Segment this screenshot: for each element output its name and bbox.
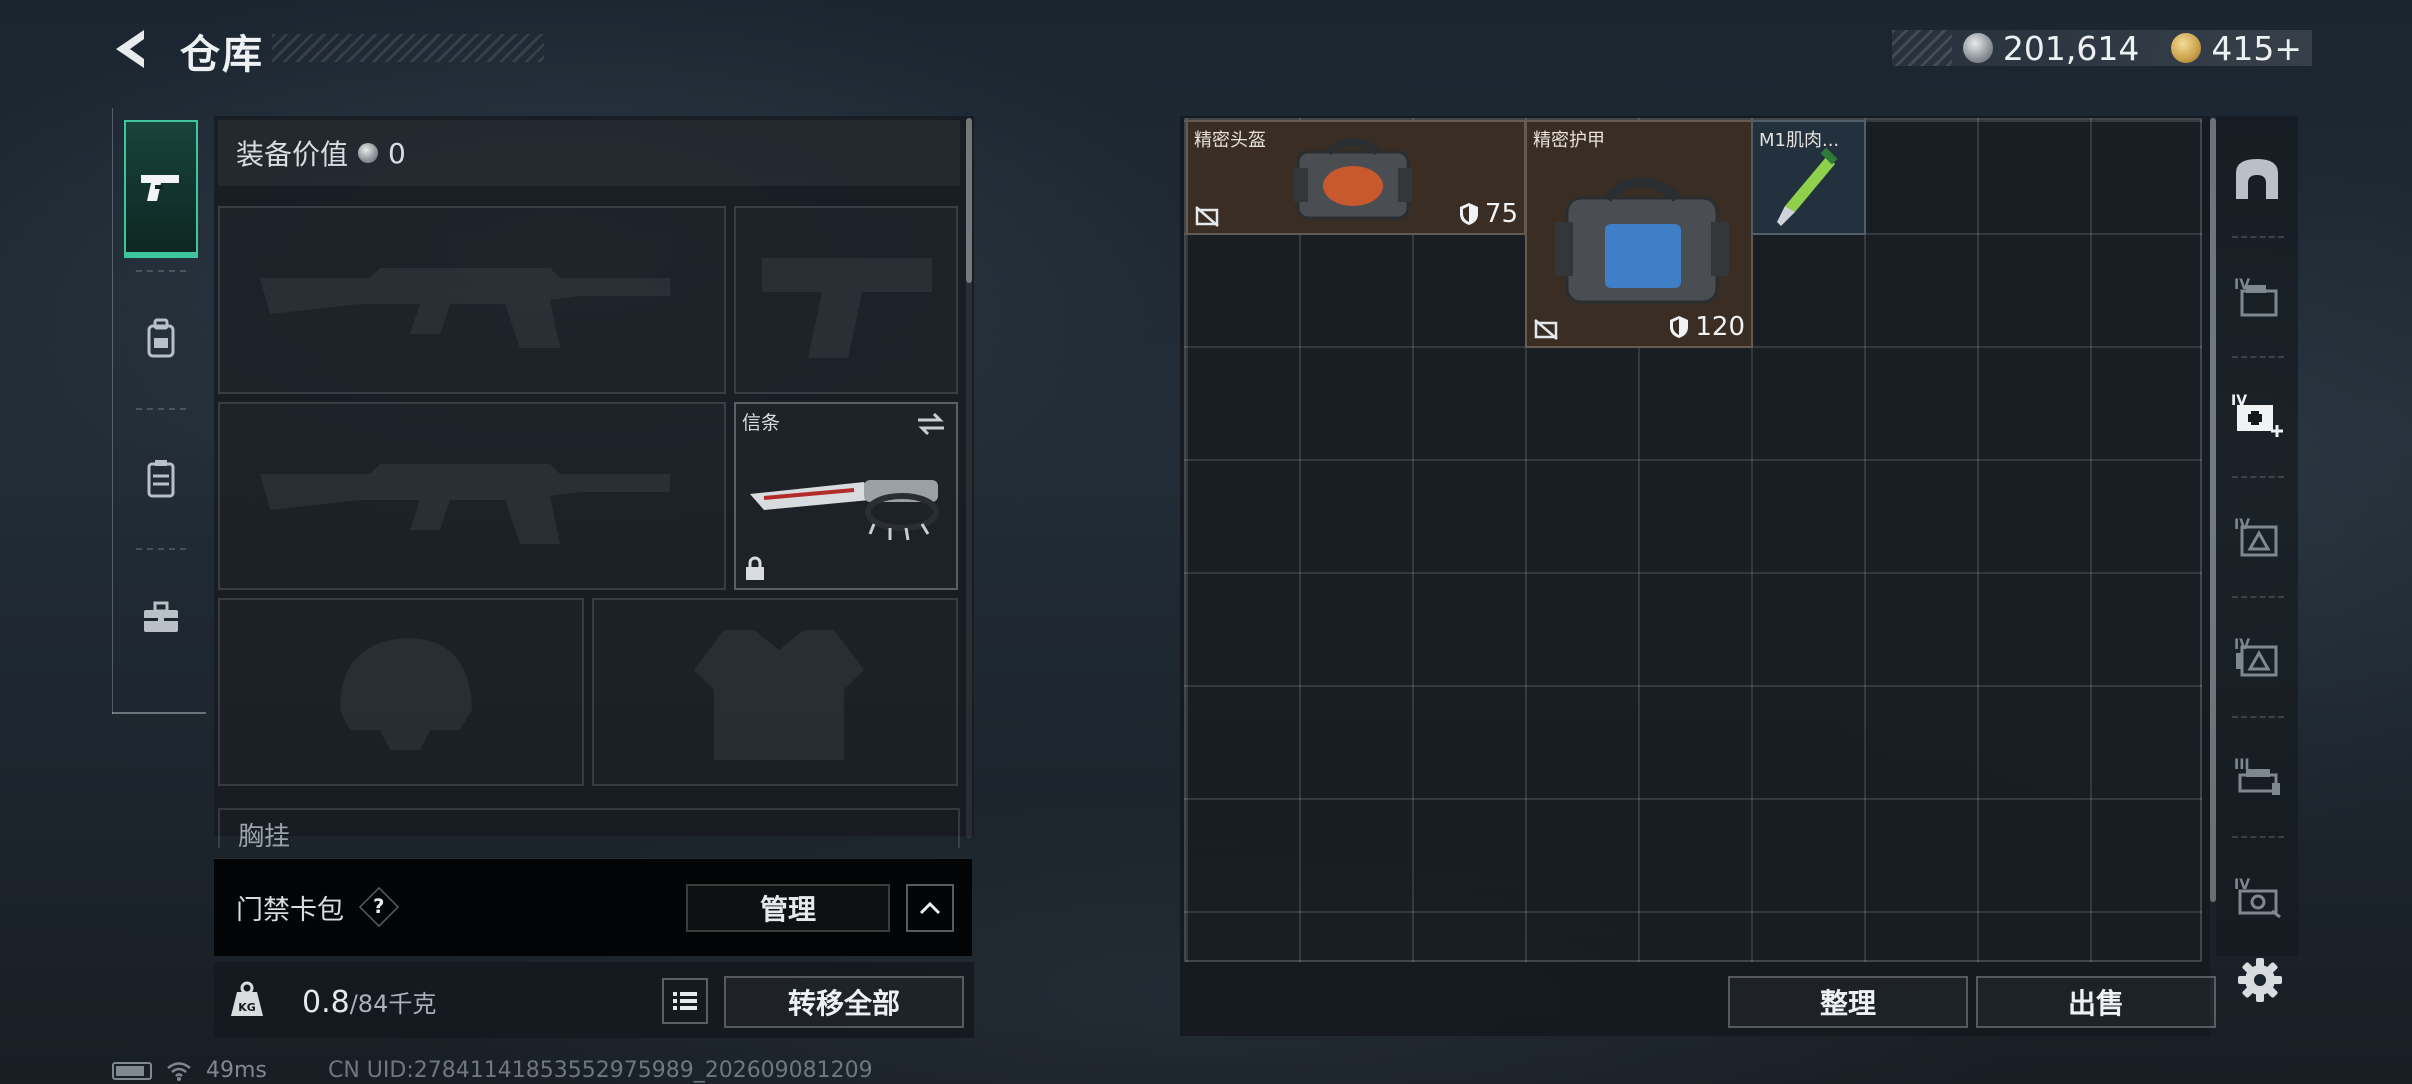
- chevron-up-icon: [919, 901, 941, 915]
- tab-container-4[interactable]: III: [2222, 726, 2292, 826]
- weight-icon: KG: [220, 972, 274, 1026]
- currency-decoration: [1892, 30, 1952, 66]
- tab-container-3[interactable]: IV: [2222, 606, 2292, 706]
- back-arrow-icon: [116, 30, 144, 68]
- melee-slot[interactable]: 信条: [734, 402, 958, 590]
- container-iii-icon: III: [2234, 757, 2280, 795]
- shield-icon: [1459, 203, 1478, 225]
- settings-button[interactable]: [2236, 956, 2284, 1004]
- helmet-silhouette-icon: [340, 638, 472, 750]
- page-title: 仓库: [180, 32, 264, 78]
- durability-value: 120: [1695, 312, 1745, 342]
- container-iv-a-icon: IV: [2234, 517, 2278, 557]
- collapse-button[interactable]: [906, 884, 954, 932]
- toolbox-icon: [144, 601, 178, 632]
- item-durability: 120: [1669, 312, 1745, 342]
- equipment-value-label: 装备价值: [236, 138, 349, 171]
- currency-bar: 201,614 415+: [1892, 28, 2312, 68]
- keycard-label: 门禁卡包: [236, 895, 344, 926]
- chest-rig-slot[interactable]: 胸挂: [218, 808, 960, 848]
- transfer-all-button[interactable]: 转移全部: [724, 976, 964, 1028]
- tab-container-add[interactable]: IV: [2222, 364, 2292, 464]
- durability-value: 75: [1484, 199, 1518, 229]
- equipment-scrollbar[interactable]: [966, 118, 972, 283]
- melee-slot-label: 信条: [742, 412, 781, 434]
- title-decoration: [272, 34, 544, 62]
- item-durability: 75: [1459, 199, 1518, 229]
- gold-currency-value[interactable]: 415+: [2211, 29, 2302, 68]
- battery-icon: [112, 1061, 152, 1080]
- tab-container-2[interactable]: IV: [2222, 486, 2292, 586]
- list-view-button[interactable]: [662, 978, 708, 1024]
- weight-max: /84千克: [349, 990, 437, 1018]
- back-button[interactable]: [110, 26, 156, 72]
- svg-text:KG: KG: [238, 1001, 256, 1014]
- tab-safe-box[interactable]: [2222, 128, 2292, 228]
- backpack-icon: [147, 318, 175, 358]
- tab-toolbox[interactable]: [124, 558, 198, 678]
- list-icon: [673, 992, 697, 1010]
- gear-icon: [2238, 958, 2282, 1002]
- help-icon: ?: [373, 895, 385, 919]
- item-name: 精密护甲: [1533, 130, 1605, 151]
- ping-value: 49ms: [206, 1058, 267, 1083]
- pistol-slot[interactable]: [734, 206, 958, 394]
- rifle-silhouette-icon: [260, 464, 670, 544]
- stash-item-helmet-case[interactable]: 精密头盔 75: [1186, 120, 1526, 235]
- wifi-icon: [167, 1061, 191, 1081]
- lock-icon: [746, 556, 764, 580]
- case-icon: [1555, 177, 1729, 304]
- shield-icon: [1670, 316, 1689, 338]
- primary-weapon-slot[interactable]: [218, 206, 726, 394]
- pistol-silhouette-icon: [762, 258, 932, 358]
- stash-item-armor-case[interactable]: 精密护甲 120: [1525, 120, 1753, 348]
- container-iv-add-icon: IV: [2231, 393, 2283, 437]
- sort-button[interactable]: 整理: [1728, 976, 1968, 1028]
- silver-currency-value: 201,614: [2002, 28, 2140, 68]
- case-icon: [1294, 138, 1412, 220]
- swap-icon[interactable]: [916, 412, 946, 436]
- no-insure-icon: [1195, 206, 1219, 227]
- equipment-value: 0: [388, 136, 406, 170]
- container-iv-icon: IV: [2234, 277, 2278, 317]
- uid-text: CN UID:2784114185355297598​9_20260908120…: [328, 1058, 873, 1083]
- injector-icon: [1777, 148, 1838, 226]
- tab-container-1[interactable]: IV: [2222, 246, 2292, 346]
- equipment-tab-column: [112, 108, 206, 714]
- container-iv-b-icon: IV: [2234, 637, 2278, 677]
- tab-chest-rig[interactable]: [124, 418, 198, 538]
- secondary-weapon-slot[interactable]: [218, 402, 726, 590]
- rifle-silhouette-icon: [260, 268, 670, 348]
- sell-button[interactable]: 出售: [1976, 976, 2216, 1028]
- silver-coin-icon: [1962, 33, 1993, 63]
- tab-column-bottom-line: [112, 712, 206, 714]
- stash-grid[interactable]: 精密头盔 75 精密护甲 120 M1肌肉...: [1184, 118, 2202, 962]
- container-iv-c-icon: IV: [2234, 877, 2281, 919]
- no-insure-icon: [1534, 319, 1558, 340]
- status-bar: 49ms: [112, 1058, 267, 1083]
- equipment-value-header: 装备价值 0: [218, 120, 960, 186]
- helmet-slot[interactable]: [218, 598, 584, 786]
- tab-backpack[interactable]: [124, 278, 198, 398]
- chest-rig-icon: [147, 460, 175, 498]
- tab-container-5[interactable]: IV: [2222, 846, 2292, 946]
- weight-current: 0.8: [302, 985, 350, 1020]
- manage-button[interactable]: 管理: [686, 884, 890, 932]
- pistol-icon: [141, 175, 179, 201]
- item-name: 精密头盔: [1194, 130, 1266, 151]
- gold-coin-icon: [2171, 33, 2202, 63]
- knife-icon: [750, 480, 939, 541]
- silver-coin-icon: [358, 143, 379, 163]
- stash-item-injector[interactable]: M1肌肉...: [1751, 120, 1866, 235]
- safe-box-icon: [2236, 159, 2278, 199]
- chest-rig-label: 胸挂: [238, 822, 291, 848]
- tab-weapons[interactable]: [124, 120, 198, 258]
- armor-slot[interactable]: [592, 598, 958, 786]
- weight-value: 0.8/84千克: [302, 984, 436, 1020]
- armor-silhouette-icon: [694, 630, 864, 760]
